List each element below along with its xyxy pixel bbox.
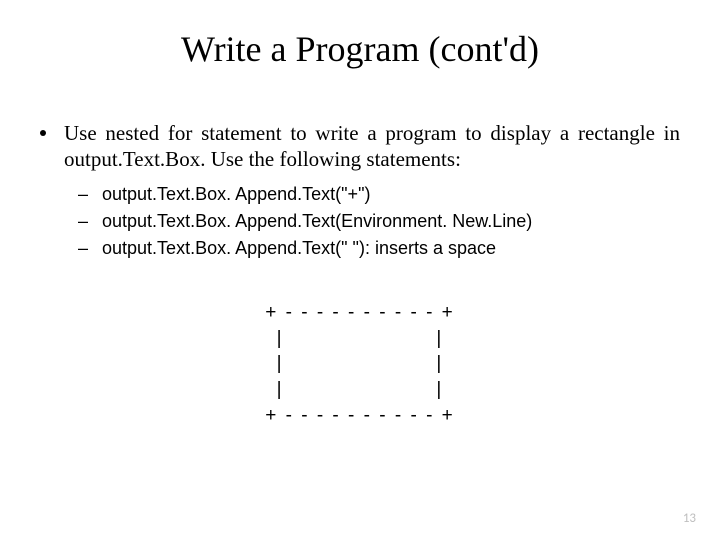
bullet-text: Use nested for statement to write a prog… [64, 120, 680, 173]
bullet-level-2: – output.Text.Box. Append.Text("+") [78, 181, 680, 208]
bullet-level-2: – output.Text.Box. Append.Text(Environme… [78, 208, 680, 235]
slide-title: Write a Program (cont'd) [0, 28, 720, 70]
sub-bullet-list: – output.Text.Box. Append.Text("+") – ou… [78, 181, 680, 262]
bullet-dash-icon: – [78, 235, 88, 262]
bullet-level-2: – output.Text.Box. Append.Text(" "): ins… [78, 235, 680, 262]
slide: Write a Program (cont'd) Use nested for … [0, 0, 720, 540]
sub-bullet-text: output.Text.Box. Append.Text(Environment… [102, 208, 532, 235]
bullet-dash-icon: – [78, 181, 88, 208]
sub-bullet-text: output.Text.Box. Append.Text("+") [102, 181, 370, 208]
slide-body: Use nested for statement to write a prog… [40, 120, 680, 262]
page-number: 13 [683, 511, 696, 526]
ascii-rectangle: + - - - - - - - - - - + | | | | | | + - … [0, 300, 720, 428]
bullet-level-1: Use nested for statement to write a prog… [40, 120, 680, 173]
sub-bullet-text: output.Text.Box. Append.Text(" "): inser… [102, 235, 496, 262]
bullet-dot-icon [40, 130, 46, 136]
bullet-dash-icon: – [78, 208, 88, 235]
